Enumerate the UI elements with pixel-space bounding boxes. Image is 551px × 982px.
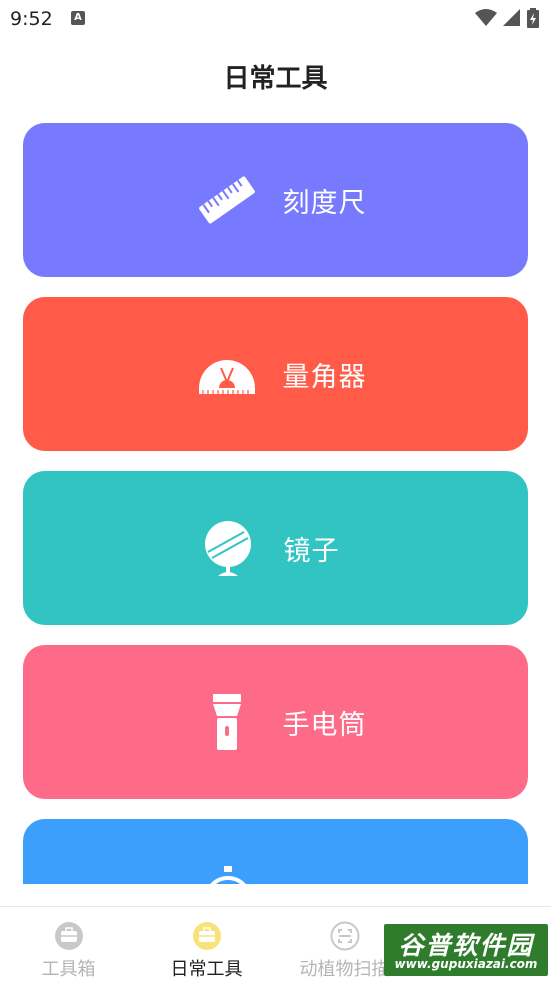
tool-label: 镜子 [283,535,340,567]
tool-card-mirror[interactable]: 镜子 [23,471,528,625]
tool-label: 量角器 [282,361,367,393]
scan-icon [330,921,360,951]
battery-icon [527,8,539,28]
tool-card-stopwatch[interactable] [23,819,528,884]
watermark-url: www.gupuxiazai.com [394,957,538,971]
status-bar: 9:52 A [0,0,551,38]
status-time: 9:52 [10,8,53,30]
nav-item-toolbox[interactable]: 工具箱 [0,907,137,982]
ruler-icon [197,170,257,230]
signal-icon [503,9,520,26]
nav-item-daily-tools[interactable]: 日常工具 [138,907,275,982]
tool-card-ruler[interactable]: 刻度尺 [23,123,528,277]
toolbox-icon [54,921,84,951]
status-icons [475,8,539,28]
daily-tools-icon [192,921,222,951]
nav-label: 工具箱 [41,959,96,980]
tool-card-flashlight[interactable]: 手电筒 [23,645,528,799]
stopwatch-icon [198,866,258,884]
page-title: 日常工具 [223,64,328,94]
nav-label: 日常工具 [170,959,243,980]
flashlight-icon [197,692,257,752]
wifi-icon [475,9,497,26]
a-badge-icon: A [71,11,85,25]
tool-label: 手电筒 [282,709,367,741]
tool-label: 刻度尺 [282,187,367,219]
watermark-logo: 谷普软件园 www.gupuxiazai.com [384,924,548,976]
tool-list[interactable]: 刻度尺 量角器 镜子 手电筒 [0,120,551,884]
protractor-icon [197,344,257,404]
mirror-icon [198,518,258,578]
tool-card-protractor[interactable]: 量角器 [23,297,528,451]
